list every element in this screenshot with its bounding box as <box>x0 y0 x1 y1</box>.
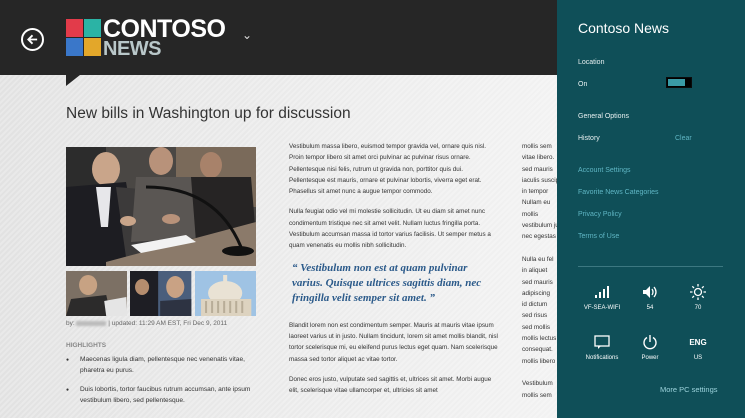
paragraph: Vestibulum massa libero, euismod tempor … <box>289 143 487 196</box>
thumbnail-image <box>130 271 192 316</box>
header-pointer <box>66 75 80 86</box>
column-text-line: in tempor <box>522 188 549 196</box>
back-button[interactable] <box>21 28 44 51</box>
keyboard-language-icon: ENG <box>673 333 723 351</box>
power-button[interactable]: Power <box>625 333 675 361</box>
thumbnail-1[interactable] <box>66 271 128 316</box>
column-text-line: sed mauris <box>522 278 553 286</box>
brightness-icon <box>673 283 723 301</box>
brightness-level: 70 <box>694 305 702 311</box>
charm-title: Contoso News <box>578 20 670 36</box>
history-label: History <box>578 135 600 142</box>
network-name: VF-SEA-WIFI <box>583 305 621 311</box>
notifications-label: Notifications <box>585 355 619 361</box>
column-text-line: id dictum <box>522 301 548 309</box>
column-text-line: sed risus <box>522 312 548 320</box>
thumbnail-image <box>66 271 128 316</box>
notifications-icon <box>577 333 627 351</box>
location-toggle[interactable] <box>666 77 692 88</box>
column-text-line: mollis libero <box>522 357 556 365</box>
column-text-line: vestibulum justo <box>522 222 557 230</box>
column-text-line: mollis lectus <box>522 335 557 343</box>
column-text-line: consequat. <box>522 346 553 354</box>
column-text-line: sed mauris <box>522 165 553 173</box>
brightness-button[interactable]: 70 <box>673 283 723 311</box>
list-item: Maecenas ligula diam, pellentesque nec v… <box>66 355 266 376</box>
highlights-heading: HIGHLIGHTS <box>66 342 107 349</box>
language-code: ENG <box>689 337 707 347</box>
column-text-line: Nullam eu <box>522 199 551 207</box>
news-app: CONTOSO NEWS ⌄ New bills in Washington u… <box>0 0 557 418</box>
highlights-list: Maecenas ligula diam, pellentesque nec v… <box>66 355 266 415</box>
meeting-photo <box>66 147 256 266</box>
column-text-line: adipiscing <box>522 289 551 297</box>
brand-subname: NEWS <box>103 38 162 60</box>
article-column-2: Vestibulum massa libero, euismod tempor … <box>289 141 499 405</box>
thumbnail-2[interactable] <box>130 271 192 316</box>
app-header: CONTOSO NEWS ⌄ <box>0 0 557 75</box>
column-text-line: nec egestas <box>522 233 556 241</box>
pull-quote: “ Vestibulum non est at quam pulvinar va… <box>292 261 482 304</box>
updated-timestamp: | updated: 11:29 AM EST, Fri Dec 9, 2011 <box>108 320 228 327</box>
general-options-label: General Options <box>578 113 629 120</box>
column-text-line: iaculis suscipit <box>522 176 557 184</box>
article-column-3: mollis sem vitae libero. sed mauris iaculis… <box>522 141 557 401</box>
column-text-line: in aliquet <box>522 267 548 275</box>
paragraph: Blandit lorem non est condimentum semper… <box>289 321 498 363</box>
list-item: Duis lobortis, tortor faucibus rutrum ac… <box>66 385 266 406</box>
settings-charm: Contoso News Location On General Options… <box>557 0 745 418</box>
chevron-down-icon[interactable]: ⌄ <box>242 28 252 42</box>
favorite-news-categories-link[interactable]: Favorite News Categories <box>578 189 659 196</box>
column-text-line: mollis sem <box>522 143 552 150</box>
keyboard-language-button[interactable]: ENG US <box>673 333 723 362</box>
volume-level: 54 <box>646 305 654 311</box>
notifications-button[interactable]: Notifications <box>577 333 627 361</box>
paragraph: Nulla feugiat odio vel mi molestie solli… <box>289 208 491 250</box>
wifi-icon <box>577 283 627 301</box>
privacy-policy-link[interactable]: Privacy Policy <box>578 211 622 218</box>
volume-icon <box>625 283 675 301</box>
network-button[interactable]: VF-SEA-WIFI <box>577 283 627 311</box>
photo-thumbnails <box>66 271 256 316</box>
capitol-image <box>194 271 256 316</box>
clear-history-button[interactable]: Clear <box>675 135 692 142</box>
byline-prefix: by: <box>66 320 75 327</box>
author-name-redacted <box>76 320 107 326</box>
account-settings-link[interactable]: Account Settings <box>578 167 631 174</box>
column-text-line: mollis <box>522 210 539 218</box>
location-label: Location <box>578 59 605 66</box>
thumbnail-3[interactable] <box>194 271 256 316</box>
column-text-line: sed mollis <box>522 323 550 331</box>
article-main-photo[interactable] <box>66 147 256 266</box>
power-label: Power <box>641 355 659 361</box>
column-text-line: vitae libero. <box>522 154 555 162</box>
back-arrow-icon <box>27 34 38 45</box>
contoso-logo-icon <box>66 19 102 57</box>
paragraph: Donec eros justo, vulputate sed sagittis… <box>289 375 492 395</box>
column-text-line <box>522 243 557 254</box>
more-pc-settings-link[interactable]: More PC settings <box>660 385 718 394</box>
article-headline: New bills in Washington up for discussio… <box>66 105 351 122</box>
column-text-line: mollis sem <box>522 391 552 399</box>
column-text-line: Vestibulum <box>522 380 553 388</box>
volume-button[interactable]: 54 <box>625 283 675 311</box>
divider <box>578 266 723 267</box>
location-state: On <box>578 81 588 88</box>
power-icon <box>625 333 675 351</box>
column-text-line <box>522 367 557 378</box>
article-byline: by: | updated: 11:29 AM EST, Fri Dec 9, … <box>66 320 227 327</box>
terms-of-use-link[interactable]: Terms of Use <box>578 233 619 240</box>
keyboard-layout: US <box>693 355 703 361</box>
column-text-line: Nulla eu fel <box>522 255 554 263</box>
